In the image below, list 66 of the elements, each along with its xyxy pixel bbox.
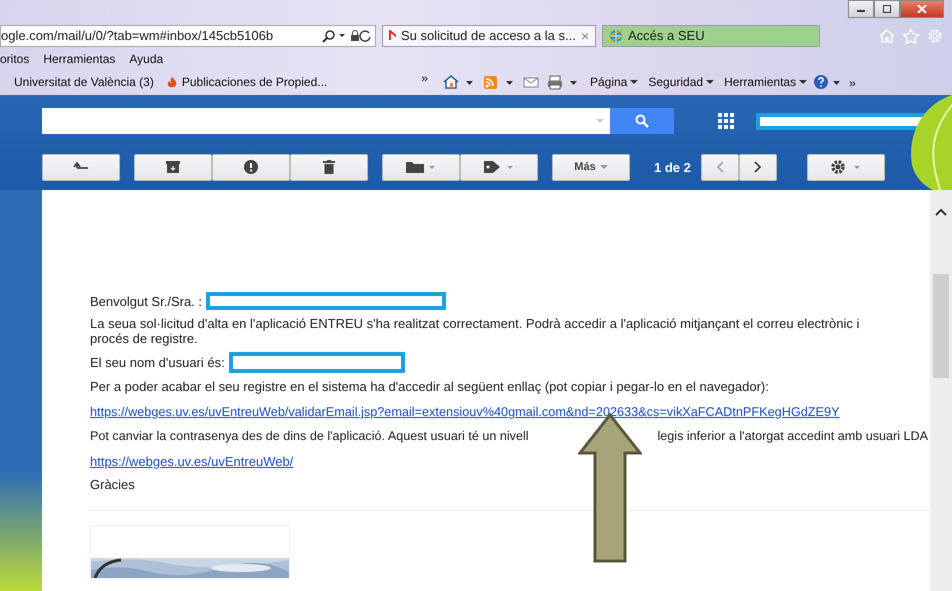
delete-button[interactable] [290, 154, 368, 180]
more-favorites-button[interactable]: » [421, 71, 428, 85]
previous-button[interactable] [700, 154, 739, 180]
browser-tab[interactable]: Accés a SEU [602, 24, 820, 46]
menu-item[interactable]: Herramientas [43, 52, 116, 66]
archive-icon [166, 161, 180, 173]
scroll-thumb[interactable] [933, 274, 949, 378]
settings-icon [830, 159, 862, 175]
app-link[interactable]: https://webges.uv.es/uvEntreuWeb/ [90, 454, 294, 469]
archive-button[interactable] [134, 154, 212, 180]
globe-icon [609, 28, 623, 42]
more-button[interactable]: Más [552, 154, 630, 180]
address-bar[interactable]: ogle.com/mail/u/0/?tab=wm#inbox/145cb5106b [0, 24, 376, 46]
body-text: Per a poder acabar el seu registre en el sistema ha d'accedir al següent enllaç (pot copiar i pegar-lo en el navegador): [90, 379, 770, 394]
caret-icon [596, 118, 604, 124]
caret-icon [600, 164, 608, 170]
folder-icon [406, 161, 436, 173]
browser-tab[interactable]: Su solicitud de acceso a la s... × [382, 24, 596, 46]
command-menu[interactable]: Herramientas [724, 75, 808, 89]
scrollbar[interactable] [930, 190, 952, 591]
exclamation-icon [244, 160, 258, 174]
maximize-button[interactable] [874, 0, 900, 18]
settings-button[interactable] [806, 154, 885, 180]
favorite-link[interactable]: Universitat de València (3) [14, 75, 154, 89]
body-text: Pot canviar la contrasenya des de dins de l'aplicació. Aquest usuari té un nivell [90, 429, 529, 443]
command-menu[interactable]: Seguridad [648, 75, 714, 89]
chevron-right-icon [754, 161, 762, 173]
minimize-button[interactable] [848, 0, 874, 18]
home-dropdown-icon[interactable] [442, 74, 476, 90]
search-field[interactable] [42, 108, 610, 134]
body-text: La seua sol·licitud d'alta en l'aplicació ENTREU s'ha realitzat correctament. Podrà accedir a l'aplicació mitjançant el correu electrònic i procés de registre. [90, 316, 860, 346]
spam-button[interactable] [212, 154, 290, 180]
favorite-link[interactable]: Publicaciones de Propied... [166, 75, 328, 89]
feed-dropdown-icon[interactable] [482, 74, 516, 90]
close-icon [917, 5, 927, 13]
search-icon [635, 114, 649, 128]
greeting-text: Benvolgut Sr./Sra. : [90, 294, 202, 308]
chevron-left-icon [716, 161, 724, 173]
thanks-text: Gràcies [90, 477, 136, 492]
validation-link[interactable]: https://webges.uv.es/uvEntreuWeb/validarEmail.jsp?email=extensiouv%40gmail.com&nd=202633&cs=vikXaFCADtnPFKegHGdZE9Y [90, 405, 840, 419]
tag-icon [484, 161, 514, 173]
close-button[interactable] [900, 0, 944, 18]
body-text: legis inferior a l'atorgat accedint amb usuari LDA [657, 429, 928, 443]
search-button[interactable] [610, 108, 674, 134]
page-counter: 1 de 2 [654, 160, 691, 174]
flame-icon [166, 76, 178, 88]
maximize-icon [882, 5, 892, 13]
search-icon[interactable] [321, 28, 371, 42]
labels-button[interactable] [460, 154, 538, 180]
command-menu[interactable]: Página [590, 75, 638, 89]
menu-item[interactable]: oritos [0, 52, 30, 66]
caret-icon [706, 79, 714, 85]
back-button[interactable] [42, 154, 120, 180]
username-label: El seu nom d'usuari és: [90, 355, 225, 370]
caret-icon [799, 79, 808, 85]
reply-icon [73, 162, 89, 172]
caret-icon [630, 79, 638, 85]
move-to-button[interactable] [382, 154, 460, 180]
star-icon[interactable] [902, 28, 920, 44]
printer-dropdown-icon[interactable] [546, 74, 580, 90]
trash-icon [323, 160, 335, 174]
apps-grid-icon[interactable] [718, 113, 734, 129]
scroll-up-icon[interactable] [935, 208, 947, 216]
next-button[interactable] [738, 154, 777, 180]
more-commands-button[interactable]: » [849, 76, 856, 90]
menu-item[interactable]: Ayuda [129, 52, 164, 66]
